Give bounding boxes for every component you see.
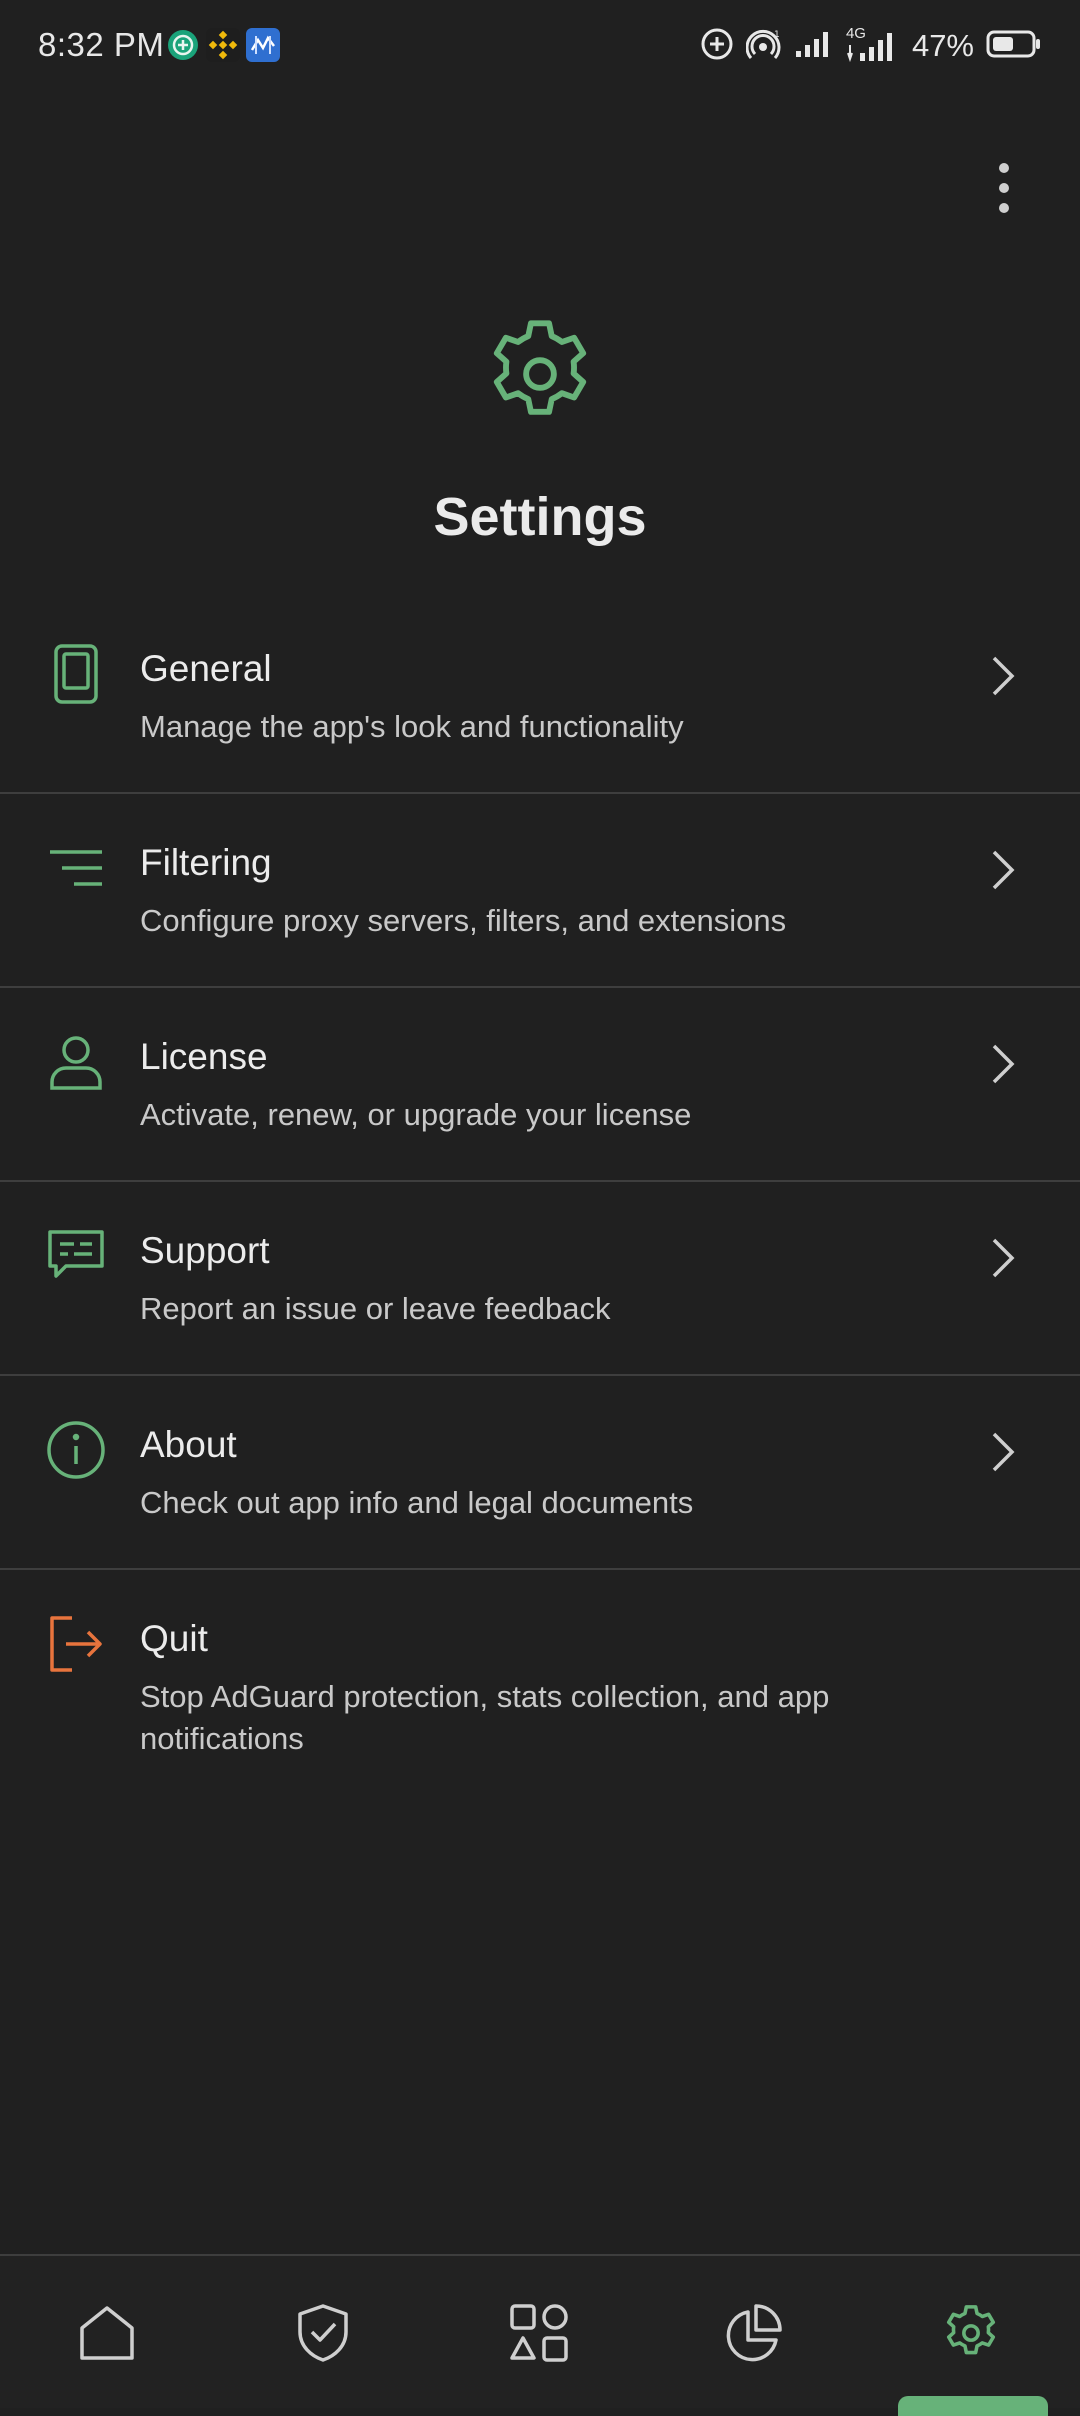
settings-item-title: Quit xyxy=(140,1618,208,1659)
status-bar: 8:32 PM 1 4G 47% xyxy=(0,0,1080,92)
battery-icon xyxy=(986,29,1042,64)
chevron-right-icon xyxy=(984,1234,1024,1282)
person-icon xyxy=(44,1030,108,1094)
nav-settings-button[interactable] xyxy=(938,2300,1004,2366)
binance-icon xyxy=(206,28,240,62)
settings-item-about[interactable]: About Check out app info and legal docum… xyxy=(0,1376,1080,1570)
chat-app-icon xyxy=(166,28,200,62)
status-time: 8:32 PM xyxy=(38,26,165,63)
settings-item-support[interactable]: Support Report an issue or leave feedbac… xyxy=(0,1182,1080,1376)
chat-bubble-icon xyxy=(44,1224,108,1288)
settings-item-description: Stop AdGuard protection, stats collectio… xyxy=(140,1679,830,1756)
chevron-right-icon xyxy=(984,846,1024,894)
more-vert-icon xyxy=(999,163,1009,213)
nav-home-button[interactable] xyxy=(74,2300,140,2366)
apps-icon xyxy=(510,2304,568,2362)
nav-protection-button[interactable] xyxy=(290,2300,356,2366)
svg-text:1: 1 xyxy=(774,30,780,40)
settings-item-title: About xyxy=(140,1424,237,1465)
settings-item-license[interactable]: License Activate, renew, or upgrade your… xyxy=(0,988,1080,1182)
filter-lines-icon xyxy=(44,836,108,900)
chevron-right-icon xyxy=(984,652,1024,700)
settings-item-quit[interactable]: Quit Stop AdGuard protection, stats coll… xyxy=(0,1570,1080,1810)
signal-4g-icon: 4G xyxy=(846,25,900,63)
info-icon xyxy=(44,1418,108,1482)
settings-list: General Manage the app's look and functi… xyxy=(0,600,1080,1810)
settings-item-description: Configure proxy servers, filters, and ex… xyxy=(140,903,787,938)
phone-icon xyxy=(44,642,108,706)
settings-item-filtering[interactable]: Filtering Configure proxy servers, filte… xyxy=(0,794,1080,988)
statistics-icon xyxy=(726,2304,782,2362)
nav-apps-button[interactable] xyxy=(506,2300,572,2366)
active-tab-indicator xyxy=(898,2396,1048,2416)
add-circle-icon xyxy=(700,27,734,66)
settings-item-general[interactable]: General Manage the app's look and functi… xyxy=(0,600,1080,794)
settings-item-description: Report an issue or leave feedback xyxy=(140,1291,611,1326)
chevron-right-icon xyxy=(984,1040,1024,1088)
settings-item-title: Filtering xyxy=(140,842,272,883)
settings-item-title: License xyxy=(140,1036,268,1077)
hotspot-icon: 1 xyxy=(745,27,782,66)
settings-item-title: Support xyxy=(140,1230,270,1271)
notification-icons xyxy=(166,28,280,62)
overflow-menu-button[interactable] xyxy=(976,160,1032,216)
bottom-navigation xyxy=(0,2254,1080,2408)
home-icon xyxy=(80,2306,134,2360)
chevron-right-icon xyxy=(984,1428,1024,1476)
settings-item-title: General xyxy=(140,648,272,689)
settings-header-gear-icon xyxy=(476,310,604,438)
settings-item-description: Check out app info and legal documents xyxy=(140,1485,694,1520)
status-right: 1 4G 47% xyxy=(700,24,1042,68)
page-title: Settings xyxy=(433,487,647,547)
settings-item-description: Manage the app's look and functionality xyxy=(140,709,684,744)
signal-icon xyxy=(794,29,834,64)
nav-statistics-button[interactable] xyxy=(720,2300,786,2366)
shield-icon xyxy=(298,2304,348,2362)
exit-icon xyxy=(44,1612,108,1676)
data-transfer-icon xyxy=(246,28,280,62)
settings-icon xyxy=(946,2305,996,2355)
battery-percentage: 47% xyxy=(911,28,974,63)
settings-item-description: Activate, renew, or upgrade your license xyxy=(140,1097,692,1132)
